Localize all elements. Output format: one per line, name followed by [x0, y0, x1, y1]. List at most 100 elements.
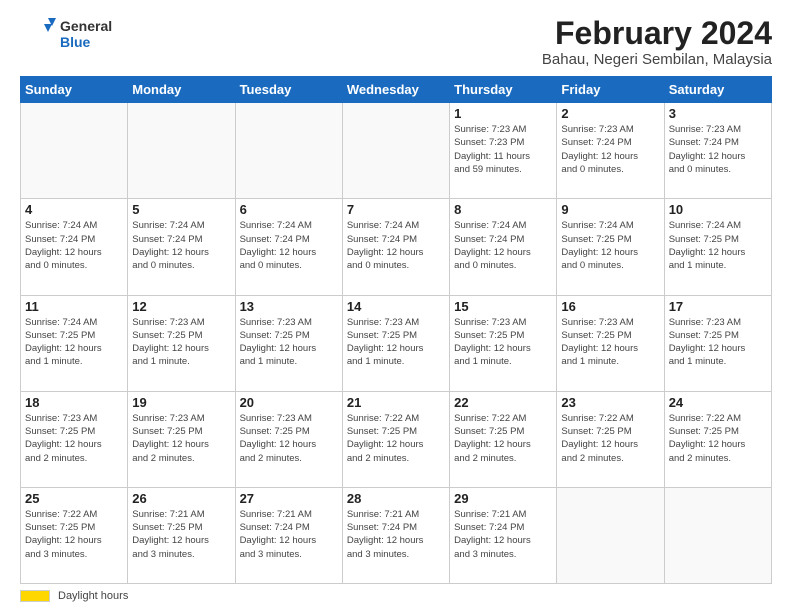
- day-info: Sunrise: 7:23 AM Sunset: 7:24 PM Dayligh…: [669, 123, 767, 176]
- day-number: 22: [454, 395, 552, 410]
- table-row: 28 Sunrise: 7:21 AM Sunset: 7:24 PM Dayli…: [342, 487, 449, 583]
- day-number: 17: [669, 299, 767, 314]
- day-info: Sunrise: 7:22 AM Sunset: 7:25 PM Dayligh…: [561, 412, 659, 465]
- calendar-week-row: 11 Sunrise: 7:24 AM Sunset: 7:25 PM Dayli…: [21, 295, 772, 391]
- day-number: 26: [132, 491, 230, 506]
- table-row: 13 Sunrise: 7:23 AM Sunset: 7:25 PM Dayli…: [235, 295, 342, 391]
- calendar-table: Sunday Monday Tuesday Wednesday Thursday…: [20, 76, 772, 584]
- table-row: 25 Sunrise: 7:22 AM Sunset: 7:25 PM Dayli…: [21, 487, 128, 583]
- day-info: Sunrise: 7:21 AM Sunset: 7:24 PM Dayligh…: [454, 508, 552, 561]
- day-number: 15: [454, 299, 552, 314]
- day-info: Sunrise: 7:24 AM Sunset: 7:25 PM Dayligh…: [25, 316, 123, 369]
- day-number: 27: [240, 491, 338, 506]
- day-info: Sunrise: 7:23 AM Sunset: 7:25 PM Dayligh…: [240, 412, 338, 465]
- day-number: 12: [132, 299, 230, 314]
- logo-svg: [20, 16, 56, 52]
- subtitle: Bahau, Negeri Sembilan, Malaysia: [542, 51, 772, 68]
- day-number: 11: [25, 299, 123, 314]
- calendar-week-row: 25 Sunrise: 7:22 AM Sunset: 7:25 PM Dayli…: [21, 487, 772, 583]
- day-number: 8: [454, 202, 552, 217]
- day-info: Sunrise: 7:22 AM Sunset: 7:25 PM Dayligh…: [347, 412, 445, 465]
- day-info: Sunrise: 7:21 AM Sunset: 7:24 PM Dayligh…: [347, 508, 445, 561]
- day-info: Sunrise: 7:23 AM Sunset: 7:25 PM Dayligh…: [132, 412, 230, 465]
- day-number: 2: [561, 106, 659, 121]
- table-row: 10Sunrise: 7:24 AM Sunset: 7:25 PM Dayli…: [664, 199, 771, 295]
- day-number: 13: [240, 299, 338, 314]
- table-row: [557, 487, 664, 583]
- table-row: 27 Sunrise: 7:21 AM Sunset: 7:24 PM Dayli…: [235, 487, 342, 583]
- table-row: 3 Sunrise: 7:23 AM Sunset: 7:24 PM Daylig…: [664, 103, 771, 199]
- day-info: Sunrise: 7:24 AM Sunset: 7:24 PM Dayligh…: [132, 219, 230, 272]
- day-info: Sunrise: 7:23 AM Sunset: 7:25 PM Dayligh…: [669, 316, 767, 369]
- table-row: 9 Sunrise: 7:24 AM Sunset: 7:25 PM Daylig…: [557, 199, 664, 295]
- day-number: 10: [669, 202, 767, 217]
- day-number: 16: [561, 299, 659, 314]
- table-row: 7 Sunrise: 7:24 AM Sunset: 7:24 PM Daylig…: [342, 199, 449, 295]
- title-block: February 2024 Bahau, Negeri Sembilan, Ma…: [542, 16, 772, 68]
- table-row: 17 Sunrise: 7:23 AM Sunset: 7:25 PM Dayli…: [664, 295, 771, 391]
- day-info: Sunrise: 7:23 AM Sunset: 7:25 PM Dayligh…: [25, 412, 123, 465]
- table-row: 22 Sunrise: 7:22 AM Sunset: 7:25 PM Dayli…: [450, 391, 557, 487]
- legend-bar: [20, 590, 50, 602]
- day-number: 20: [240, 395, 338, 410]
- table-row: 6 Sunrise: 7:24 AM Sunset: 7:24 PM Daylig…: [235, 199, 342, 295]
- day-info: Sunrise: 7:24 AM Sunset: 7:24 PM Dayligh…: [25, 219, 123, 272]
- day-number: 5: [132, 202, 230, 217]
- day-number: 6: [240, 202, 338, 217]
- day-number: 29: [454, 491, 552, 506]
- day-number: 18: [25, 395, 123, 410]
- day-number: 3: [669, 106, 767, 121]
- col-thursday: Thursday: [450, 77, 557, 103]
- day-info: Sunrise: 7:23 AM Sunset: 7:25 PM Dayligh…: [240, 316, 338, 369]
- table-row: 29 Sunrise: 7:21 AM Sunset: 7:24 PM Dayli…: [450, 487, 557, 583]
- day-info: Sunrise: 7:24 AM Sunset: 7:25 PM Dayligh…: [561, 219, 659, 272]
- calendar-header-row: Sunday Monday Tuesday Wednesday Thursday…: [21, 77, 772, 103]
- table-row: 8Sunrise: 7:24 AM Sunset: 7:24 PM Daylig…: [450, 199, 557, 295]
- day-number: 7: [347, 202, 445, 217]
- col-monday: Monday: [128, 77, 235, 103]
- table-row: 20 Sunrise: 7:23 AM Sunset: 7:25 PM Dayli…: [235, 391, 342, 487]
- day-number: 28: [347, 491, 445, 506]
- day-info: Sunrise: 7:23 AM Sunset: 7:23 PM Dayligh…: [454, 123, 552, 176]
- header: General Blue February 2024 Bahau, Negeri…: [20, 16, 772, 68]
- table-row: 15 Sunrise: 7:23 AM Sunset: 7:25 PM Dayli…: [450, 295, 557, 391]
- day-number: 9: [561, 202, 659, 217]
- day-info: Sunrise: 7:21 AM Sunset: 7:24 PM Dayligh…: [240, 508, 338, 561]
- day-info: Sunrise: 7:23 AM Sunset: 7:25 PM Dayligh…: [561, 316, 659, 369]
- table-row: 16 Sunrise: 7:23 AM Sunset: 7:25 PM Dayli…: [557, 295, 664, 391]
- logo: General Blue: [20, 16, 112, 52]
- day-info: Sunrise: 7:23 AM Sunset: 7:25 PM Dayligh…: [347, 316, 445, 369]
- logo-blue: Blue: [60, 34, 112, 50]
- day-info: Sunrise: 7:23 AM Sunset: 7:25 PM Dayligh…: [454, 316, 552, 369]
- day-info: Sunrise: 7:22 AM Sunset: 7:25 PM Dayligh…: [669, 412, 767, 465]
- table-row: [342, 103, 449, 199]
- day-number: 1: [454, 106, 552, 121]
- col-tuesday: Tuesday: [235, 77, 342, 103]
- day-info: Sunrise: 7:24 AM Sunset: 7:24 PM Dayligh…: [240, 219, 338, 272]
- table-row: 12Sunrise: 7:23 AM Sunset: 7:25 PM Dayli…: [128, 295, 235, 391]
- day-info: Sunrise: 7:24 AM Sunset: 7:24 PM Dayligh…: [347, 219, 445, 272]
- calendar-week-row: 4Sunrise: 7:24 AM Sunset: 7:24 PM Daylig…: [21, 199, 772, 295]
- day-number: 24: [669, 395, 767, 410]
- table-row: 2Sunrise: 7:23 AM Sunset: 7:24 PM Daylig…: [557, 103, 664, 199]
- day-info: Sunrise: 7:22 AM Sunset: 7:25 PM Dayligh…: [25, 508, 123, 561]
- day-number: 14: [347, 299, 445, 314]
- footer: Daylight hours: [20, 590, 772, 602]
- day-info: Sunrise: 7:22 AM Sunset: 7:25 PM Dayligh…: [454, 412, 552, 465]
- day-number: 21: [347, 395, 445, 410]
- table-row: 26 Sunrise: 7:21 AM Sunset: 7:25 PM Dayli…: [128, 487, 235, 583]
- day-info: Sunrise: 7:21 AM Sunset: 7:25 PM Dayligh…: [132, 508, 230, 561]
- table-row: 19Sunrise: 7:23 AM Sunset: 7:25 PM Dayli…: [128, 391, 235, 487]
- table-row: [235, 103, 342, 199]
- table-row: 1 Sunrise: 7:23 AM Sunset: 7:23 PM Daylig…: [450, 103, 557, 199]
- legend-label: Daylight hours: [58, 590, 128, 602]
- table-row: 18 Sunrise: 7:23 AM Sunset: 7:25 PM Dayli…: [21, 391, 128, 487]
- day-number: 25: [25, 491, 123, 506]
- day-number: 23: [561, 395, 659, 410]
- table-row: [664, 487, 771, 583]
- table-row: 21 Sunrise: 7:22 AM Sunset: 7:25 PM Dayli…: [342, 391, 449, 487]
- col-friday: Friday: [557, 77, 664, 103]
- table-row: 23 Sunrise: 7:22 AM Sunset: 7:25 PM Dayli…: [557, 391, 664, 487]
- logo-general: General: [60, 18, 112, 34]
- calendar-week-row: 1 Sunrise: 7:23 AM Sunset: 7:23 PM Daylig…: [21, 103, 772, 199]
